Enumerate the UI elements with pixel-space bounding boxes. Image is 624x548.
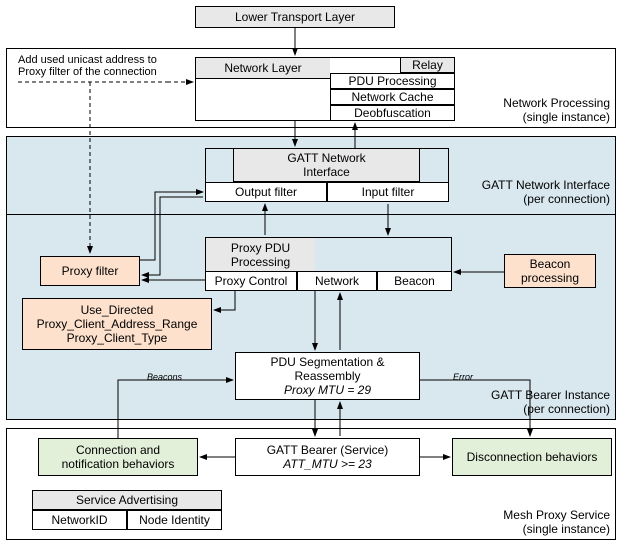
proxy-control-box: Proxy Control xyxy=(205,271,297,291)
connection-behaviors-label: Connection and notification behaviors xyxy=(62,443,175,471)
proxy-pdu-title-box: Proxy PDU Processing xyxy=(205,237,315,271)
pdu-processing-box: PDU Processing xyxy=(330,73,455,89)
att-mtu-label: ATT_MTU >= 23 xyxy=(283,457,371,471)
proxy-mtu-label: Proxy MTU = 29 xyxy=(284,383,371,397)
proxy-beacon-col-label: Beacon xyxy=(394,274,435,288)
beacons-edge-label: Beacons xyxy=(147,372,182,382)
disconnection-behaviors-box: Disconnection behaviors xyxy=(452,438,612,476)
proxy-control-label: Proxy Control xyxy=(215,274,288,288)
disconnection-behaviors-label: Disconnection behaviors xyxy=(467,450,598,464)
input-filter-label: Input filter xyxy=(362,185,415,199)
mesh-proxy-section-label: Mesh Proxy Service (single instance) xyxy=(468,508,610,536)
gatt-bearer-section-label: GATT Bearer Instance (per connection) xyxy=(468,388,610,416)
deobfuscation-label: Deobfuscation xyxy=(354,106,431,120)
gatt-divider xyxy=(6,214,616,215)
gatt-interface-title: GATT Network Interface xyxy=(287,151,365,179)
pdu-seg-box: PDU Segmentation & Reassembly Proxy MTU … xyxy=(235,352,420,400)
output-filter-box: Output filter xyxy=(205,182,327,202)
proxy-network-box: Network xyxy=(297,271,377,291)
gatt-interface-title-box: GATT Network Interface xyxy=(233,148,420,182)
proxy-pdu-title: Proxy PDU Processing xyxy=(231,241,290,269)
networkid-label: NetworkID xyxy=(51,513,107,527)
gatt-bearer-label: GATT Bearer (Service) xyxy=(267,443,389,457)
unicast-note: Add used unicast address to Proxy filter… xyxy=(18,54,168,78)
service-advertising-label: Service Advertising xyxy=(76,493,178,507)
output-filter-label: Output filter xyxy=(235,185,297,199)
beacon-processing-label: Beacon processing xyxy=(521,257,579,285)
lower-transport-label: Lower Transport Layer xyxy=(235,10,355,24)
pdu-seg-label: PDU Segmentation & Reassembly xyxy=(270,355,384,383)
network-layer-box: Network Layer xyxy=(195,57,330,79)
nodeid-box: Node Identity xyxy=(127,510,222,530)
service-advertising-box: Service Advertising xyxy=(32,490,222,510)
error-edge-label: Error xyxy=(453,372,473,382)
gatt-interface-section-label: GATT Network Interface (per connection) xyxy=(468,178,610,206)
relay-label: Relay xyxy=(412,58,443,72)
beacon-processing-box: Beacon processing xyxy=(504,254,596,288)
proxy-network-label: Network xyxy=(315,274,359,288)
network-section-label: Network Processing (single instance) xyxy=(478,96,610,124)
gatt-bearer-box: GATT Bearer (Service) ATT_MTU >= 23 xyxy=(235,438,420,476)
proxy-beacon-col-box: Beacon xyxy=(377,271,452,291)
deobfuscation-box: Deobfuscation xyxy=(330,105,455,121)
network-layer-label: Network Layer xyxy=(224,61,301,75)
input-filter-box: Input filter xyxy=(327,182,449,202)
proxy-filter-box: Proxy filter xyxy=(40,256,140,286)
pdu-processing-label: PDU Processing xyxy=(348,74,436,88)
directed-params-box: Use_Directed Proxy_Client_Address_Range … xyxy=(22,298,212,350)
network-cache-label: Network Cache xyxy=(351,90,433,104)
directed-params-label: Use_Directed Proxy_Client_Address_Range … xyxy=(37,303,198,345)
proxy-filter-label: Proxy filter xyxy=(62,264,119,278)
nodeid-label: Node Identity xyxy=(139,513,210,527)
networkid-box: NetworkID xyxy=(32,510,127,530)
lower-transport-box: Lower Transport Layer xyxy=(195,6,395,28)
relay-box: Relay xyxy=(400,57,455,73)
connection-behaviors-box: Connection and notification behaviors xyxy=(38,438,198,476)
network-cache-box: Network Cache xyxy=(330,89,455,105)
